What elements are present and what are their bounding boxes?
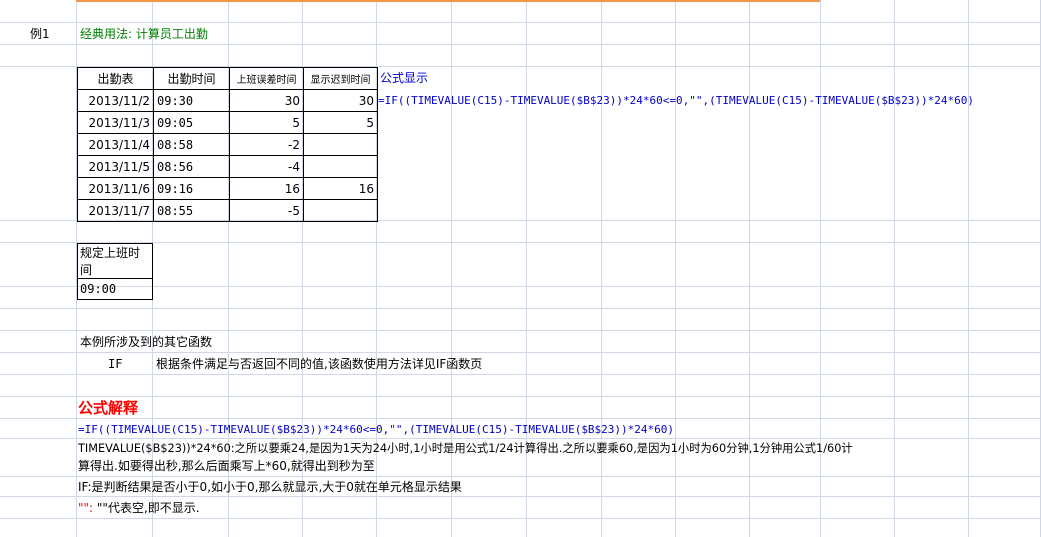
gridline [0, 438, 1041, 439]
diff-cell[interactable]: -5 [229, 199, 304, 222]
late-cell[interactable] [303, 133, 378, 156]
formula-display-label: 公式显示 [380, 71, 429, 85]
diff-cell[interactable]: 30 [229, 89, 304, 112]
time-cell[interactable]: 08:56 [153, 155, 230, 178]
spreadsheet-grid[interactable]: 例1 经典用法: 计算员工出勤 出勤表 出勤时间 上班误差时间 显示迟到时间 2… [0, 0, 1041, 537]
attendance-table: 出勤表 出勤时间 上班误差时间 显示迟到时间 2013/11/2 09:30 3… [77, 67, 378, 222]
late-cell[interactable]: 5 [303, 111, 378, 134]
header-cell[interactable]: 出勤时间 [153, 67, 230, 90]
late-cell[interactable] [303, 155, 378, 178]
gridline [0, 242, 1041, 243]
table-row: 2013/11/3 09:05 5 5 [77, 111, 378, 134]
standard-time-label[interactable]: 规定上班时间 [77, 243, 153, 279]
diff-cell[interactable]: 5 [229, 111, 304, 134]
time-cell[interactable]: 08:55 [153, 199, 230, 222]
date-cell[interactable]: 2013/11/4 [77, 133, 154, 156]
empty-string-text: ""代表空,即不显示. [93, 501, 200, 515]
diff-cell[interactable]: -4 [229, 155, 304, 178]
table-row: 2013/11/4 08:58 -2 [77, 133, 378, 156]
gridline [0, 418, 1041, 419]
gridline [0, 496, 1041, 497]
standard-time-table: 规定上班时间 09:00 [77, 243, 153, 300]
gridline [0, 374, 1041, 375]
diff-cell[interactable]: 16 [229, 177, 304, 200]
date-cell[interactable]: 2013/11/5 [77, 155, 154, 178]
date-cell[interactable]: 2013/11/6 [77, 177, 154, 200]
gridline [0, 330, 1041, 331]
date-cell[interactable]: 2013/11/2 [77, 89, 154, 112]
explanation-line: "": ""代表空,即不显示. [78, 500, 200, 516]
table-header-row: 出勤表 出勤时间 上班误差时间 显示迟到时间 [77, 67, 378, 90]
late-cell[interactable]: 30 [303, 89, 378, 112]
header-cell[interactable]: 上班误差时间 [229, 67, 304, 90]
gridline [0, 396, 1041, 397]
header-cell[interactable]: 显示迟到时间 [303, 67, 378, 90]
late-cell[interactable]: 16 [303, 177, 378, 200]
gridline [0, 286, 1041, 287]
gridline [0, 22, 1041, 23]
standard-time-value[interactable]: 09:00 [77, 278, 153, 300]
example-label: 例1 [30, 27, 50, 41]
date-cell[interactable]: 2013/11/3 [77, 111, 154, 134]
explanation-line: IF:是判断结果是否小于0,如小于0,那么就显示,大于0就在单元格显示结果 [78, 480, 462, 494]
explanation-line: 算得出.如要得出秒,那么后面乘写上*60,就得出到秒为至 [78, 459, 375, 473]
table-row: 2013/11/6 09:16 16 16 [77, 177, 378, 200]
gridline [0, 352, 1041, 353]
empty-string-symbol: "": [78, 501, 94, 515]
selection-accent [76, 0, 820, 2]
explanation-line: TIMEVALUE($B$23))*24*60:之所以要乘24,是因为1天为24… [78, 442, 853, 455]
table-row: 2013/11/5 08:56 -4 [77, 155, 378, 178]
example-title: 经典用法: 计算员工出勤 [80, 27, 208, 41]
explanation-formula: =IF((TIMEVALUE(C15)-TIMEVALUE($B$23))*24… [78, 423, 675, 436]
late-cell[interactable] [303, 199, 378, 222]
gridline [0, 518, 1041, 519]
gridline [0, 44, 1041, 45]
time-cell[interactable]: 09:30 [153, 89, 230, 112]
function-description: 根据条件满足与否返回不同的值,该函数使用方法详见IF函数页 [156, 357, 483, 371]
gridline [968, 0, 969, 537]
header-cell[interactable]: 出勤表 [77, 67, 154, 90]
formula-display-text: =IF((TIMEVALUE(C15)-TIMEVALUE($B$23))*24… [378, 94, 975, 107]
table-row: 2013/11/7 08:55 -5 [77, 199, 378, 222]
time-cell[interactable]: 09:05 [153, 111, 230, 134]
date-cell[interactable]: 2013/11/7 [77, 199, 154, 222]
other-functions-heading: 本例所涉及到的其它函数 [80, 335, 213, 349]
table-row: 2013/11/2 09:30 30 30 [77, 89, 378, 112]
function-name: IF [108, 357, 123, 371]
gridline [894, 0, 895, 537]
diff-cell[interactable]: -2 [229, 133, 304, 156]
gridline [0, 476, 1041, 477]
explanation-heading: 公式解释 [78, 399, 139, 417]
time-cell[interactable]: 08:58 [153, 133, 230, 156]
gridline [0, 308, 1041, 309]
time-cell[interactable]: 09:16 [153, 177, 230, 200]
